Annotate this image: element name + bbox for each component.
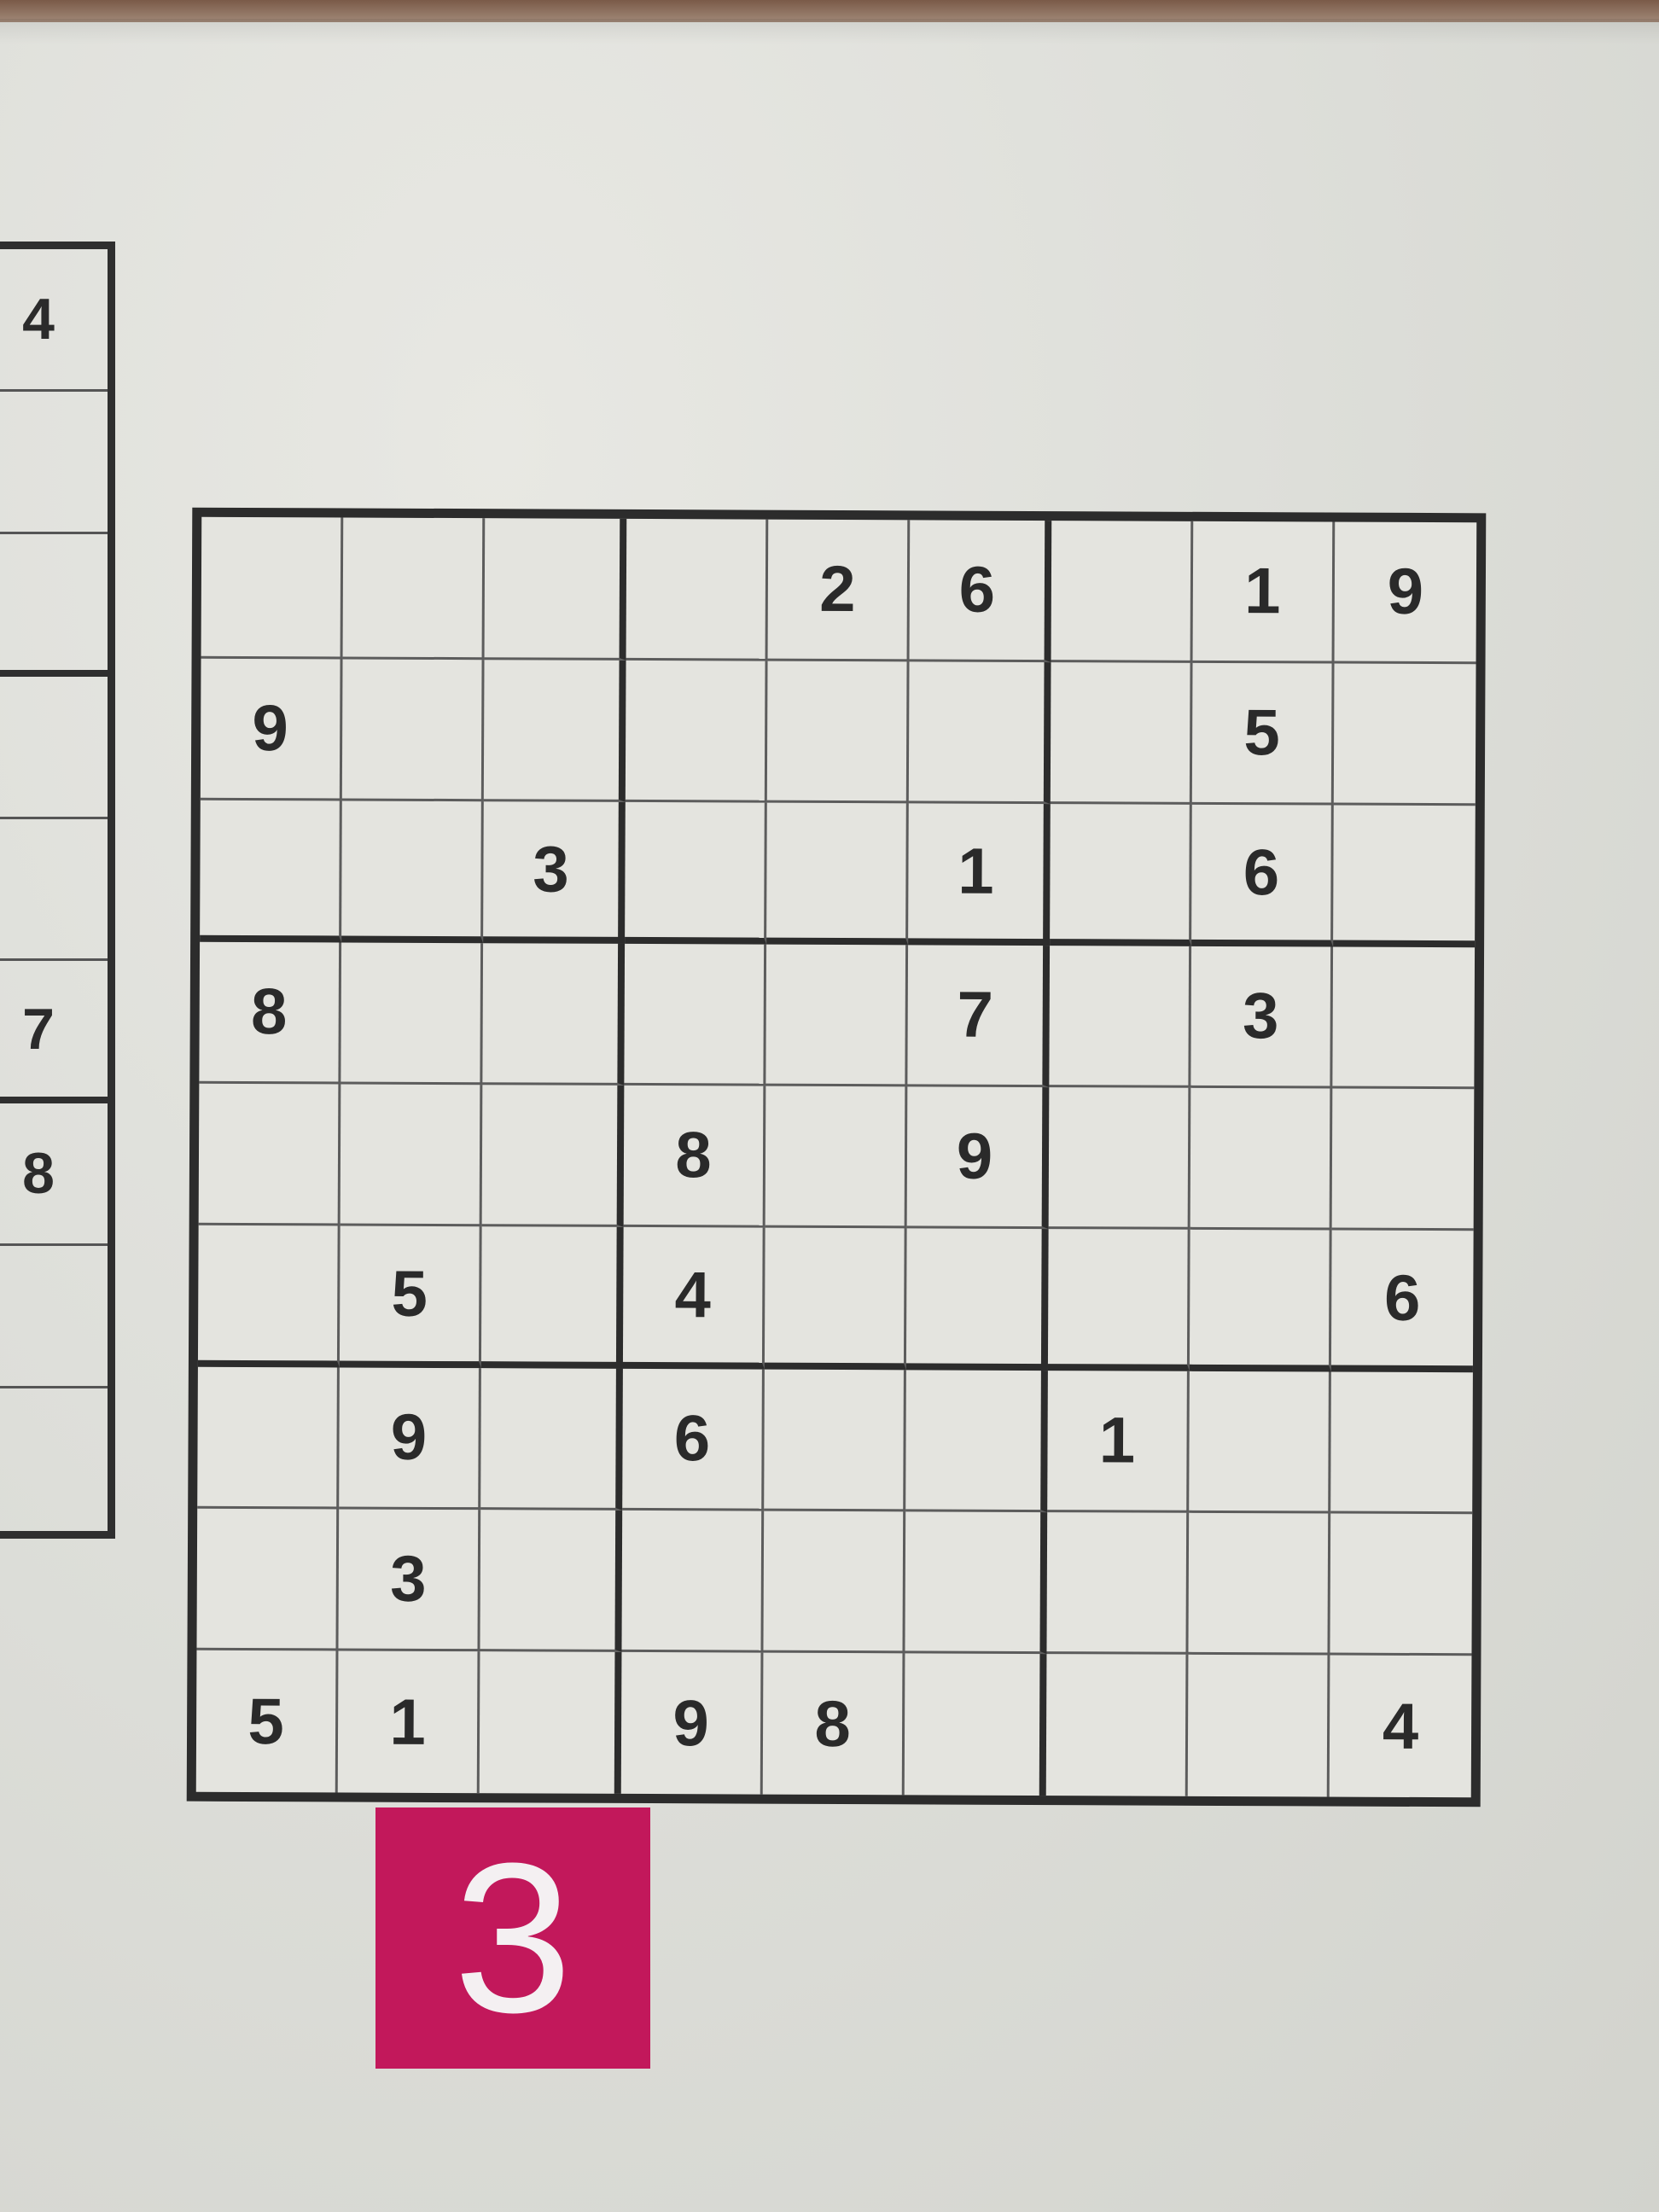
sudoku-cell-r6-c4[interactable]: 4 — [622, 1226, 765, 1370]
sudoku-cell-r7-c6[interactable] — [905, 1370, 1048, 1513]
adjacent-puzzle-row: 4 — [0, 249, 108, 392]
sudoku-cell-r9-c8[interactable] — [1187, 1654, 1330, 1797]
sudoku-cell-r1-c3[interactable] — [484, 518, 627, 661]
sudoku-cell-r6-c7[interactable] — [1047, 1229, 1190, 1371]
sudoku-cell-r5-c8[interactable] — [1190, 1087, 1333, 1231]
sudoku-cell-r3-c4[interactable] — [625, 801, 767, 945]
sudoku-cell-r5-c7[interactable] — [1048, 1087, 1191, 1230]
sudoku-cell-r1-c2[interactable] — [342, 517, 486, 661]
sudoku-cell-r2-c8[interactable]: 5 — [1191, 662, 1335, 806]
sudoku-cell-r4-c3[interactable] — [482, 943, 626, 1086]
sudoku-cell-r2-c1[interactable]: 9 — [200, 658, 343, 801]
sudoku-cell-r9-c1[interactable]: 5 — [195, 1650, 339, 1793]
sudoku-cell-r5-c6[interactable]: 9 — [906, 1086, 1050, 1230]
sudoku-cell-r1-c9[interactable]: 9 — [1334, 521, 1477, 665]
newspaper-page: 478 26199531687389546961351984 3 — [0, 0, 1659, 2212]
sudoku-cell-r8-c9[interactable] — [1330, 1513, 1473, 1656]
sudoku-cell-r9-c2[interactable]: 1 — [337, 1650, 480, 1794]
sudoku-cell-r8-c3[interactable] — [480, 1510, 623, 1652]
sudoku-cell-r3-c7[interactable] — [1050, 804, 1192, 946]
sudoku-cell-r7-c3[interactable] — [480, 1368, 623, 1511]
sudoku-cell-r6-c9[interactable]: 6 — [1330, 1230, 1474, 1373]
sudoku-cell-r8-c4[interactable] — [621, 1510, 765, 1653]
sudoku-cell-r4-c4[interactable] — [624, 943, 767, 1086]
sudoku-cell-r7-c2[interactable]: 9 — [339, 1367, 481, 1511]
sudoku-cell-r2-c7[interactable] — [1050, 662, 1193, 805]
sudoku-cell-r8-c5[interactable] — [763, 1511, 906, 1654]
sudoku-cell-r6-c8[interactable] — [1189, 1229, 1332, 1372]
adjacent-puzzle-row: 7 — [0, 961, 108, 1104]
sudoku-cell-r3-c6[interactable]: 1 — [908, 803, 1051, 946]
sudoku-cell-r9-c6[interactable] — [904, 1653, 1047, 1796]
sudoku-cell-r6-c1[interactable] — [197, 1225, 341, 1368]
sudoku-cell-r1-c1[interactable] — [201, 516, 344, 660]
sudoku-cell-r2-c2[interactable] — [341, 659, 485, 802]
sudoku-cell-r9-c9[interactable]: 4 — [1330, 1656, 1472, 1798]
sudoku-cell-r1-c4[interactable] — [626, 518, 769, 661]
puzzle-number: 3 — [453, 1819, 573, 2057]
sudoku-cell-r6-c2[interactable]: 5 — [339, 1225, 482, 1369]
sudoku-cell-r5-c3[interactable] — [481, 1085, 625, 1227]
sudoku-cell-r6-c3[interactable] — [480, 1226, 624, 1369]
sudoku-cell-r9-c3[interactable] — [479, 1651, 622, 1794]
sudoku-cell-r9-c4[interactable]: 9 — [620, 1651, 764, 1795]
sudoku-cell-r4-c6[interactable]: 7 — [907, 945, 1051, 1088]
sudoku-cell-r1-c6[interactable]: 6 — [909, 520, 1052, 663]
sudoku-cell-r2-c5[interactable] — [766, 661, 910, 804]
adjacent-puzzle-row — [0, 1388, 108, 1531]
sudoku-cell-r4-c1[interactable]: 8 — [199, 941, 342, 1085]
sudoku-cell-r4-c8[interactable]: 3 — [1190, 946, 1334, 1089]
sudoku-cell-r7-c8[interactable] — [1189, 1371, 1331, 1514]
sudoku-cell-r8-c7[interactable] — [1046, 1512, 1190, 1655]
sudoku-cell-r6-c6[interactable] — [905, 1228, 1049, 1371]
adjacent-puzzle-partial: 4 78 — [0, 242, 115, 1539]
adjacent-puzzle-row: 8 — [0, 1103, 108, 1247]
sudoku-cell-r8-c8[interactable] — [1188, 1512, 1331, 1656]
sudoku-cell-r3-c8[interactable]: 6 — [1191, 804, 1334, 947]
sudoku-cell-r7-c7[interactable]: 1 — [1047, 1371, 1190, 1513]
sudoku-cell-r4-c9[interactable] — [1332, 946, 1476, 1090]
sudoku-cell-r5-c4[interactable]: 8 — [623, 1085, 766, 1228]
sudoku-cell-r1-c8[interactable]: 1 — [1192, 521, 1336, 664]
sudoku-cell-r7-c1[interactable] — [197, 1366, 340, 1510]
sudoku-cell-r8-c6[interactable] — [905, 1511, 1048, 1655]
sudoku-cell-r9-c7[interactable] — [1045, 1654, 1189, 1796]
sudoku-cell-r9-c5[interactable]: 8 — [762, 1652, 905, 1796]
sudoku-cell-r4-c5[interactable] — [765, 944, 909, 1087]
adjacent-puzzle-row — [0, 1246, 108, 1389]
sudoku-cell-r5-c2[interactable] — [340, 1084, 483, 1227]
adjacent-puzzle-row — [0, 677, 108, 819]
sudoku-cell-r3-c2[interactable] — [341, 800, 484, 944]
sudoku-cell-r3-c1[interactable] — [200, 800, 342, 943]
adjacent-puzzle-row — [0, 392, 108, 534]
sudoku-cell-r8-c2[interactable]: 3 — [338, 1509, 481, 1652]
sudoku-grid: 26199531687389546961351984 — [186, 507, 1487, 1807]
sudoku-cell-r6-c5[interactable] — [764, 1227, 907, 1371]
sudoku-cell-r2-c4[interactable] — [625, 660, 768, 803]
sudoku-cell-r4-c2[interactable] — [341, 942, 484, 1086]
sudoku-cell-r3-c9[interactable] — [1333, 805, 1476, 948]
sudoku-cell-r5-c9[interactable] — [1331, 1088, 1475, 1231]
paper-shadow — [0, 19, 1659, 44]
sudoku-cell-r2-c6[interactable] — [908, 661, 1051, 805]
sudoku-cell-r4-c7[interactable] — [1049, 946, 1192, 1088]
adjacent-puzzle-row — [0, 534, 108, 677]
sudoku-cell-r5-c5[interactable] — [765, 1086, 908, 1229]
puzzle-number-badge: 3 — [375, 1807, 650, 2069]
adjacent-puzzle-row — [0, 819, 108, 962]
sudoku-cell-r8-c1[interactable] — [196, 1508, 340, 1651]
sudoku-cell-r7-c4[interactable]: 6 — [622, 1368, 765, 1511]
sudoku-cell-r7-c5[interactable] — [764, 1369, 906, 1512]
sudoku-cell-r5-c1[interactable] — [198, 1083, 341, 1226]
sudoku-cell-r2-c9[interactable] — [1333, 663, 1476, 806]
sudoku-cell-r1-c7[interactable] — [1051, 521, 1194, 663]
sudoku-cell-r7-c9[interactable] — [1330, 1371, 1473, 1515]
sudoku-cell-r2-c3[interactable] — [483, 660, 626, 802]
sudoku-cell-r3-c3[interactable]: 3 — [483, 801, 626, 944]
sudoku-cell-r3-c5[interactable] — [766, 802, 909, 946]
sudoku-cell-r1-c5[interactable]: 2 — [767, 519, 911, 662]
